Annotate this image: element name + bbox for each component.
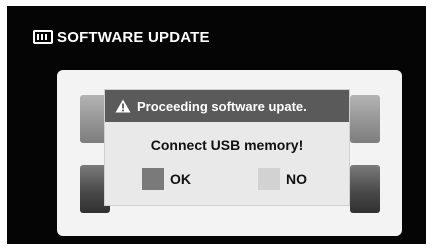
keyboard-icon [33, 30, 53, 44]
menu-button-top-right[interactable] [350, 95, 380, 143]
menu-button-bottom-right[interactable] [350, 165, 380, 213]
no-button[interactable]: NO [258, 168, 307, 190]
header-title: SOFTWARE UPDATE [57, 28, 210, 46]
screen: SOFTWARE UPDATE Proceeding software upat… [7, 6, 426, 244]
dialog-title: Proceeding software upate. [137, 98, 307, 114]
no-square-icon [258, 168, 280, 190]
dialog-message: Connect USB memory! [150, 137, 304, 153]
no-label: NO [286, 171, 307, 187]
ok-square-icon [142, 168, 164, 190]
header: SOFTWARE UPDATE [33, 26, 210, 48]
ok-label: OK [170, 171, 191, 187]
dialog-title-bar: Proceeding software upate. [105, 90, 349, 122]
ok-button[interactable]: OK [142, 168, 191, 190]
update-dialog: Proceeding software upate. Connect USB m… [104, 89, 350, 206]
warning-icon [115, 99, 131, 113]
